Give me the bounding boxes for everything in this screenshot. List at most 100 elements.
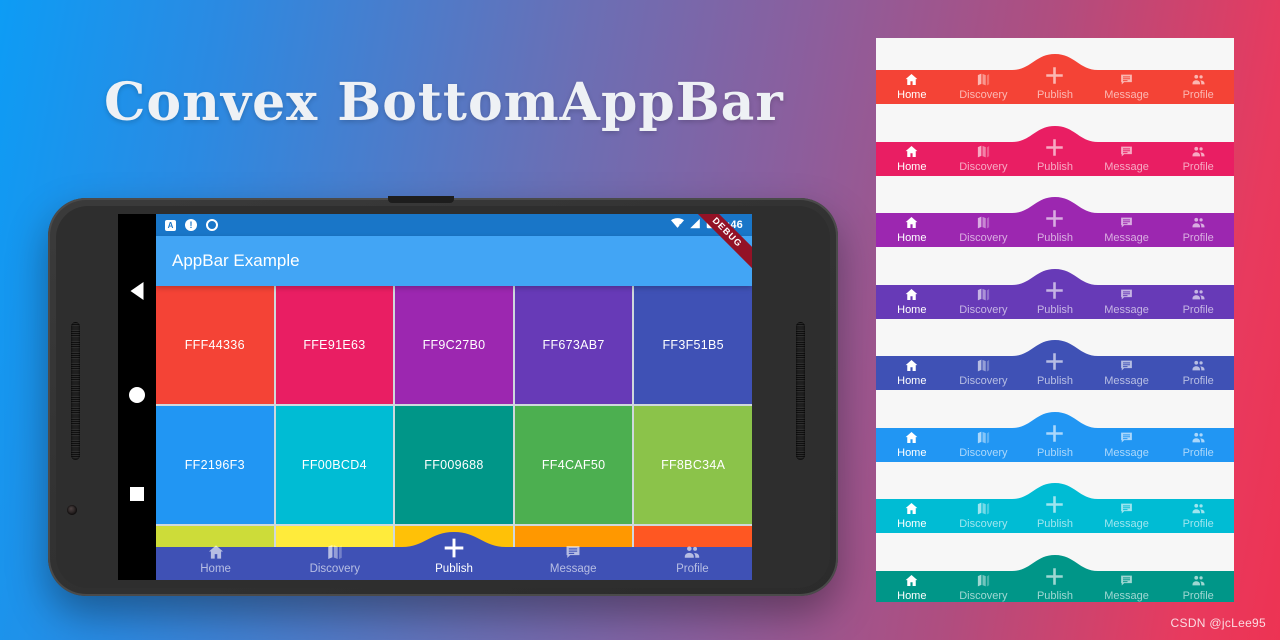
- bottom-bar-item-publish[interactable]: Publish: [1019, 421, 1091, 462]
- home-circle-icon[interactable]: [129, 387, 145, 403]
- convex-bottom-app-bar[interactable]: Home Discovery Publish Message Profile: [876, 483, 1234, 533]
- bottom-bar-item-home[interactable]: Home: [876, 215, 948, 247]
- recents-square-icon[interactable]: [130, 487, 144, 501]
- bottom-bar-item-label: Profile: [1182, 232, 1214, 244]
- convex-bottom-app-bar[interactable]: Home Discovery Publish Message Profile: [876, 340, 1234, 390]
- info-icon: !: [185, 219, 197, 231]
- bottom-bar-item-home[interactable]: Home: [876, 358, 948, 390]
- bottom-bar-item-profile[interactable]: Profile: [1162, 144, 1234, 176]
- back-triangle-icon[interactable]: [130, 282, 144, 300]
- bottom-bar-item-message[interactable]: Message: [1091, 143, 1163, 176]
- phone-speaker-right: [796, 322, 805, 460]
- bottom-bar-item-profile[interactable]: Profile: [1162, 501, 1234, 533]
- bottom-bar-item-message[interactable]: Message: [1091, 572, 1163, 603]
- home-icon: [904, 287, 919, 302]
- message-icon: [1119, 429, 1135, 445]
- message-icon: [1119, 286, 1135, 302]
- bottom-bar-item-message[interactable]: Message: [1091, 215, 1163, 247]
- bottom-bar-item-label: Home: [897, 375, 927, 387]
- bottom-bar-item-home[interactable]: Home: [876, 501, 948, 533]
- bottom-bar-item-discovery[interactable]: Discovery: [948, 430, 1020, 462]
- bottom-bar-item-profile[interactable]: Profile: [1162, 215, 1234, 247]
- color-swatch-label: FFE91E63: [303, 338, 366, 352]
- bottom-bar-item-label: Publish: [435, 563, 473, 575]
- bottom-bar-item-message[interactable]: Message: [1091, 72, 1163, 104]
- bottom-bar-item-discovery[interactable]: Discovery: [948, 573, 1020, 603]
- message-icon: [564, 543, 583, 561]
- bottom-bar-item-profile[interactable]: Profile: [1162, 573, 1234, 603]
- bottom-bar-item-message[interactable]: Message: [1091, 358, 1163, 390]
- bottom-bar-item-home[interactable]: Home: [876, 144, 948, 176]
- bottom-bar-item-profile[interactable]: Profile: [1162, 287, 1234, 319]
- color-swatch[interactable]: FF4CAF50: [514, 406, 633, 524]
- bottom-bar-item-label: Discovery: [959, 518, 1008, 530]
- home-icon: [904, 501, 919, 516]
- bottom-bar-item-publish[interactable]: Publish: [1019, 349, 1091, 390]
- bottom-bar-item-publish[interactable]: Publish: [1019, 206, 1091, 247]
- bottom-bar-item-home[interactable]: Home: [156, 543, 275, 580]
- map-icon: [976, 573, 991, 588]
- message-icon: [1119, 572, 1135, 588]
- color-swatch[interactable]: FF009688: [395, 406, 513, 524]
- record-icon: [206, 219, 218, 231]
- bottom-bar-item-profile[interactable]: Profile: [1162, 358, 1234, 390]
- bottom-bar-item-discovery[interactable]: Discovery: [948, 501, 1020, 533]
- bottom-bar-item-publish[interactable]: Publish: [1019, 492, 1091, 533]
- bottom-bar-item-label: Home: [897, 89, 927, 101]
- bottom-bar-item-message[interactable]: Message: [1091, 429, 1163, 462]
- color-swatch[interactable]: FF8BC34A: [634, 406, 752, 524]
- plus-icon: [1043, 350, 1066, 373]
- convex-bottom-app-bar[interactable]: Home Discovery Publish Message Profile: [876, 554, 1234, 603]
- bottom-bar-item-discovery[interactable]: Discovery: [948, 358, 1020, 390]
- color-swatch[interactable]: FF00BCD4: [275, 406, 394, 524]
- color-swatch[interactable]: FF673AB7: [514, 286, 633, 404]
- bottom-bar-item-discovery[interactable]: Discovery: [948, 72, 1020, 104]
- color-swatch[interactable]: FF3F51B5: [634, 286, 752, 404]
- color-swatch-label: FF9C27B0: [422, 338, 486, 352]
- bottom-bar-item-discovery[interactable]: Discovery: [948, 215, 1020, 247]
- bottom-bar-item-discovery[interactable]: Discovery: [275, 543, 394, 580]
- bottom-bar-item-label: Message: [1104, 303, 1149, 316]
- bottom-bar-item-home[interactable]: Home: [876, 287, 948, 319]
- gallery-bar-pink: Home Discovery Publish Message Profile: [876, 125, 1234, 176]
- bottom-bar-item-publish[interactable]: Publish: [1019, 63, 1091, 104]
- bottom-bar-item-publish[interactable]: Publish: [1019, 135, 1091, 176]
- color-swatch[interactable]: FF9C27B0: [395, 286, 513, 404]
- bottom-bar-item-label: Publish: [1036, 232, 1074, 244]
- color-swatch[interactable]: FFF44336: [156, 286, 274, 404]
- plus-icon: [1043, 422, 1066, 445]
- bottom-bar-item-profile[interactable]: Profile: [633, 543, 752, 580]
- bottom-bar-item-publish[interactable]: Publish: [1019, 564, 1091, 603]
- plus-icon: [1043, 207, 1066, 230]
- bottom-bar-item-publish[interactable]: Publish: [1019, 278, 1091, 319]
- bottom-bar-item-message[interactable]: Message: [514, 543, 633, 580]
- map-icon: [976, 287, 991, 302]
- bottom-bar-item-publish[interactable]: Publish: [394, 534, 513, 580]
- gallery-bar-teal: Home Discovery Publish Message Profile: [876, 554, 1234, 603]
- status-bar-left-icons: A !: [165, 219, 218, 231]
- bottom-bar-item-label: Message: [1104, 232, 1149, 244]
- phone-bottom-app-bar[interactable]: Home Discovery Publish Message Profile: [156, 532, 752, 580]
- convex-bottom-app-bar[interactable]: Home Discovery Publish Message Profile: [876, 197, 1234, 247]
- apk-icon: A: [165, 219, 176, 231]
- bottom-bar-item-message[interactable]: Message: [1091, 501, 1163, 533]
- convex-bottom-app-bar[interactable]: Home Discovery Publish Message Profile: [876, 54, 1234, 104]
- bottom-bar-item-label: Profile: [1182, 375, 1214, 387]
- bottom-bar-item-discovery[interactable]: Discovery: [948, 144, 1020, 176]
- convex-bottom-app-bar[interactable]: Home Discovery Publish Message Profile: [876, 125, 1234, 176]
- bottom-bar-item-message[interactable]: Message: [1091, 286, 1163, 319]
- bottom-bar-item-home[interactable]: Home: [876, 573, 948, 603]
- bottom-bar-item-discovery[interactable]: Discovery: [948, 287, 1020, 319]
- color-swatch[interactable]: FFE91E63: [275, 286, 394, 404]
- color-swatch-label: FF3F51B5: [662, 338, 724, 352]
- color-swatch[interactable]: FF2196F3: [156, 406, 274, 524]
- gallery-bar-cyan: Home Discovery Publish Message Profile: [876, 483, 1234, 533]
- bottom-bar-item-profile[interactable]: Profile: [1162, 72, 1234, 104]
- convex-bottom-app-bar[interactable]: Home Discovery Publish Message Profile: [156, 532, 752, 580]
- bottom-bar-item-home[interactable]: Home: [876, 72, 948, 104]
- bottom-bar-item-profile[interactable]: Profile: [1162, 430, 1234, 462]
- convex-bottom-app-bar[interactable]: Home Discovery Publish Message Profile: [876, 411, 1234, 462]
- phone-screen: A ! 3:46 AppBar Example FFF44336 FFE91E63…: [156, 214, 752, 580]
- convex-bottom-app-bar[interactable]: Home Discovery Publish Message Profile: [876, 268, 1234, 319]
- bottom-bar-item-home[interactable]: Home: [876, 430, 948, 462]
